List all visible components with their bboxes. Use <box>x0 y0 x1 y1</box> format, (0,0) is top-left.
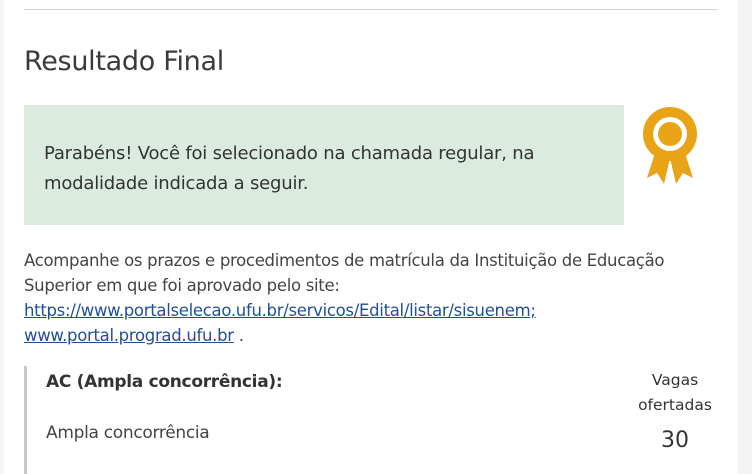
section-title: Resultado Final <box>24 46 224 77</box>
success-message: Parabéns! Você foi selecionado na chamad… <box>44 143 535 194</box>
info-text: Acompanhe os prazos e procedimentos de m… <box>24 251 665 295</box>
seats-value: 30 <box>661 428 689 453</box>
portal-prograd-link[interactable]: www.portal.prograd.ufu.br <box>24 326 234 345</box>
result-card: Resultado Final Parabéns! Você foi selec… <box>4 0 738 474</box>
award-ribbon-icon <box>638 106 702 188</box>
quota-block: AC (Ampla concorrência): Ampla concorrên… <box>24 366 727 474</box>
quota-title: AC (Ampla concorrência): <box>46 372 283 392</box>
success-alert: Parabéns! Você foi selecionado na chamad… <box>24 105 624 225</box>
divider <box>24 9 718 10</box>
quota-description: Ampla concorrência <box>46 423 210 443</box>
info-text-end: . <box>233 326 244 345</box>
portal-selecao-link[interactable]: https://www.portalselecao.ufu.br/servico… <box>24 301 536 320</box>
seats-label: Vagas ofertadas <box>638 371 712 414</box>
enrollment-info: Acompanhe os prazos e procedimentos de m… <box>24 248 724 348</box>
